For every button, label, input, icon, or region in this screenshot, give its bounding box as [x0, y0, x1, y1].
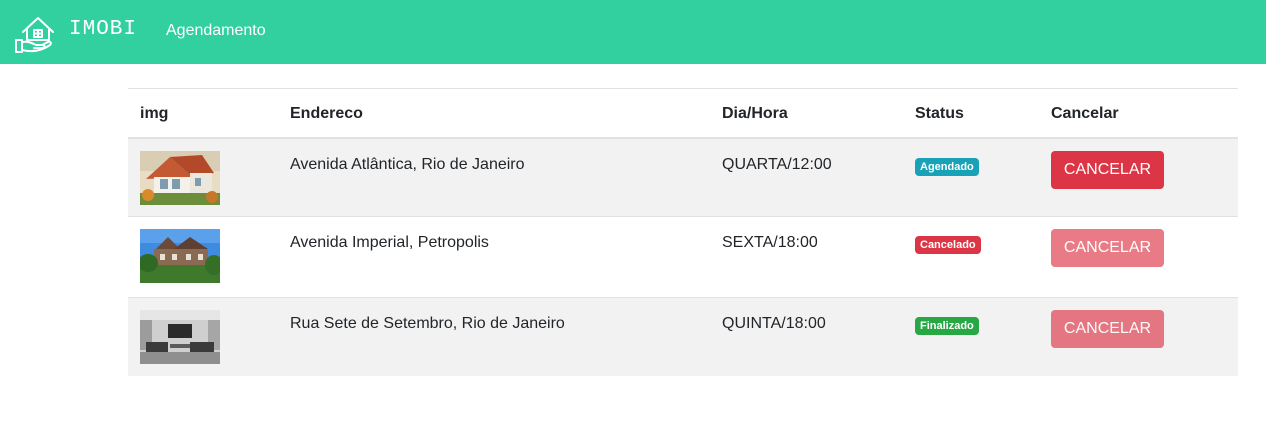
header-img: img: [128, 88, 278, 139]
cancel-button[interactable]: CANCELAR: [1051, 228, 1164, 267]
header-status: Status: [903, 88, 1039, 139]
navbar: IMOBI Agendamento: [0, 0, 1266, 64]
address-cell: Rua Sete de Setembro, Rio de Janeiro: [278, 296, 710, 376]
day-time-cell: SEXTA/18:00: [710, 215, 903, 297]
header-endereco: Endereco: [278, 88, 710, 139]
header-cancelar: Cancelar: [1039, 88, 1238, 139]
cancel-button[interactable]: CANCELAR: [1051, 151, 1164, 189]
cancel-button[interactable]: CANCELAR: [1051, 309, 1164, 348]
cancel-cell: CANCELAR: [1039, 296, 1238, 376]
status-badge: Cancelado: [915, 235, 981, 254]
cancel-cell: CANCELAR: [1039, 137, 1238, 216]
house-in-hand-icon[interactable]: [14, 10, 58, 54]
day-time-cell: QUARTA/12:00: [710, 137, 903, 216]
day-time-cell: QUINTA/18:00: [710, 296, 903, 376]
status-badge: Agendado: [915, 158, 979, 176]
house-photo-chalet: [140, 151, 220, 205]
address-cell: Avenida Imperial, Petropolis: [278, 215, 710, 297]
status-cell: Cancelado: [903, 215, 1039, 297]
nav-link-agendamento[interactable]: Agendamento: [166, 22, 266, 40]
appointments-table-container: img Endereco Dia/Hora Status Cancelar Av…: [128, 88, 1238, 376]
appointments-table: img Endereco Dia/Hora Status Cancelar Av…: [128, 88, 1238, 376]
image-cell: [128, 296, 278, 376]
status-cell: Finalizado: [903, 296, 1039, 376]
table-row: Rua Sete de Setembro, Rio de Janeiro QUI…: [128, 296, 1238, 376]
table-header-row: img Endereco Dia/Hora Status Cancelar: [128, 88, 1238, 139]
house-photo-interior: [140, 309, 220, 364]
header-dia-hora: Dia/Hora: [710, 88, 903, 139]
address-cell: Avenida Atlântica, Rio de Janeiro: [278, 137, 710, 216]
status-cell: Agendado: [903, 137, 1039, 216]
brand-name[interactable]: IMOBI: [69, 18, 137, 41]
cancel-cell: CANCELAR: [1039, 215, 1238, 297]
table-row: Avenida Atlântica, Rio de Janeiro QUARTA…: [128, 137, 1238, 216]
image-cell: [128, 215, 278, 297]
image-cell: [128, 137, 278, 216]
house-photo-cottage: [140, 228, 220, 283]
status-badge: Finalizado: [915, 316, 979, 335]
table-row: Avenida Imperial, Petropolis SEXTA/18:00…: [128, 215, 1238, 297]
